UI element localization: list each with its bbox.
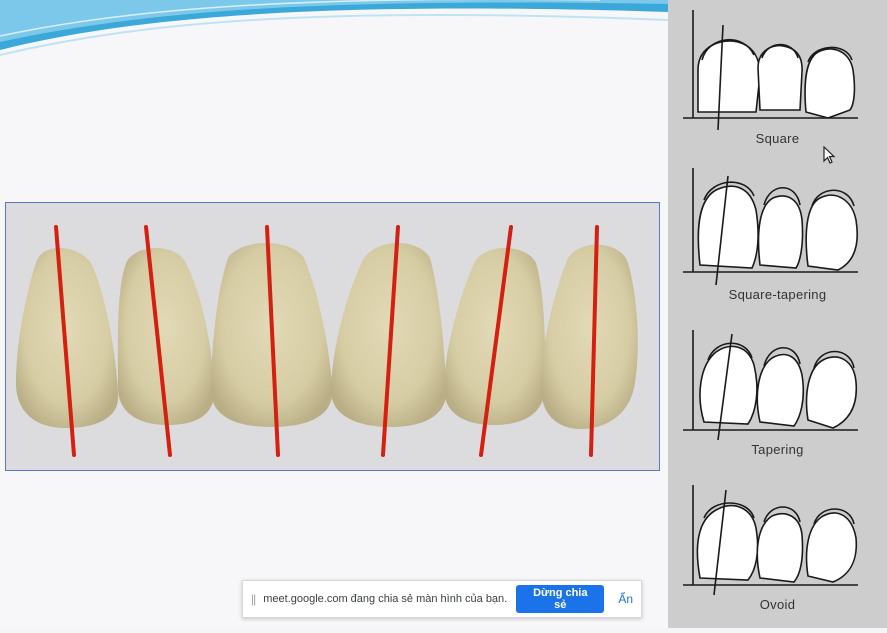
tooth-5 [444,248,546,425]
tooth-6 [541,244,638,429]
ovoid-diagram [683,485,858,596]
tooth-1 [16,248,118,428]
label-ovoid: Ovoid [759,597,796,612]
teeth-axis-photo [5,202,660,471]
screen-share-notification-bar: || meet.google.com đang chia sẻ màn hình… [242,580,642,618]
presentation-slide [0,0,668,628]
label-tapering: Tapering [751,442,804,457]
tapering-diagram [683,330,858,441]
label-square: Square [755,131,800,146]
hide-link[interactable]: Ẩn [618,592,633,606]
mouse-cursor-icon [823,146,836,164]
label-square-tapering: Square-tapering [728,287,827,302]
drag-handle-icon[interactable]: || [251,592,256,606]
square-tapering-diagram [683,168,858,286]
stop-sharing-button[interactable]: Dừng chia sẻ [516,585,605,613]
tooth-shape-reference-panel: Square Square-tapering Tapering Ovoid [668,0,887,628]
square-diagram [683,10,858,131]
share-message: meet.google.com đang chia sẻ màn hình củ… [263,593,508,605]
slide-header-swoosh [0,0,668,56]
